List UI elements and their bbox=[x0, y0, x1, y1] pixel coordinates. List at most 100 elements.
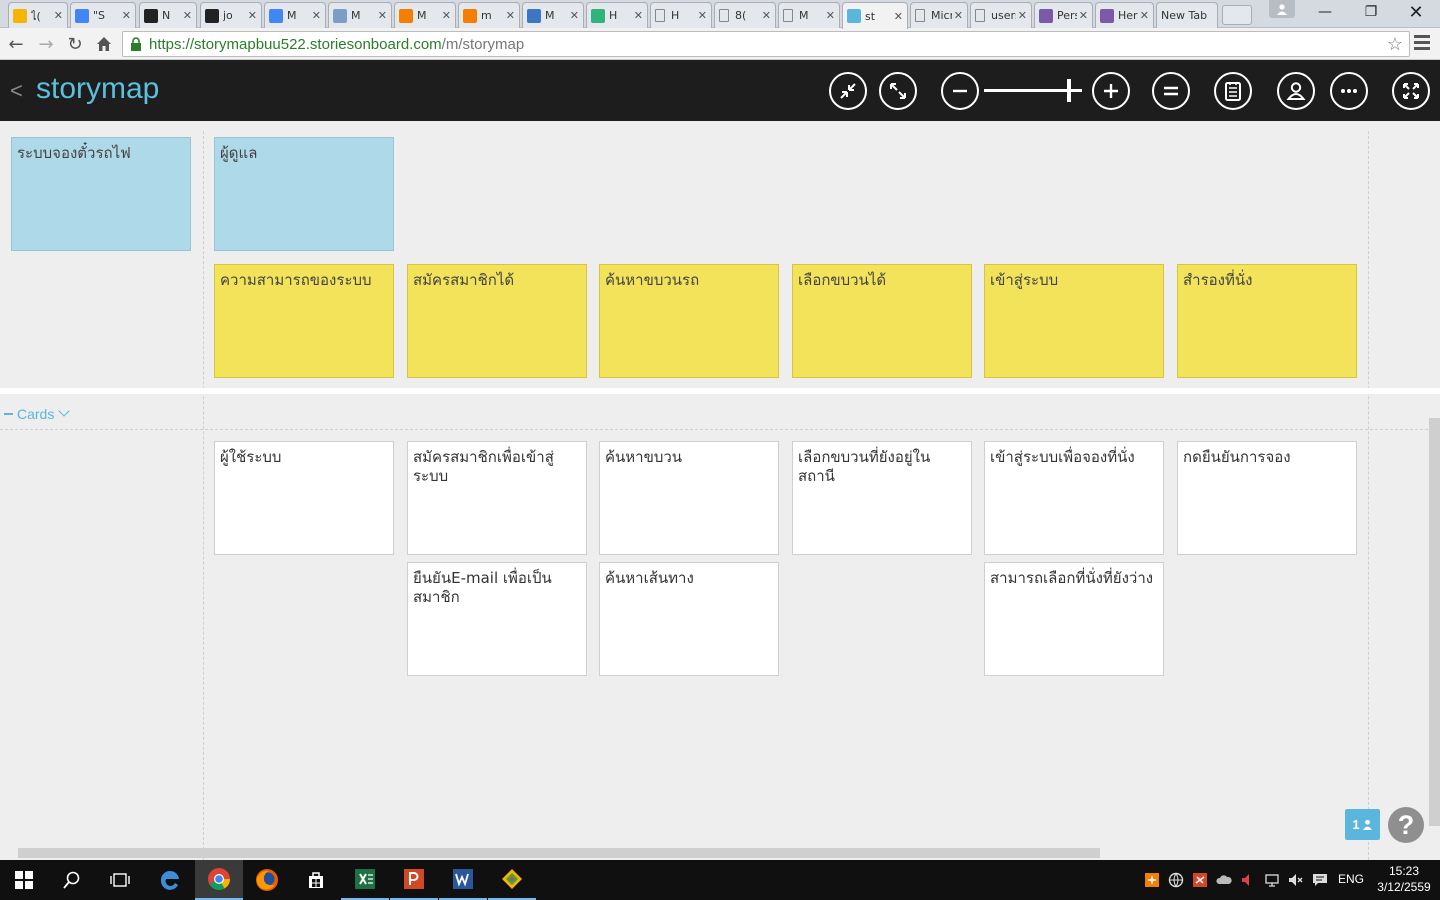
tab-close-icon[interactable]: ✕ bbox=[378, 9, 387, 22]
zoom-out-icon[interactable] bbox=[941, 72, 979, 110]
network-icon[interactable] bbox=[1264, 872, 1280, 888]
firefox-icon[interactable] bbox=[243, 860, 291, 900]
task-card[interactable]: เข้าสู่ระบบ bbox=[984, 264, 1164, 378]
browser-tab[interactable]: N ✕ bbox=[139, 2, 197, 28]
new-tab-button[interactable] bbox=[1222, 5, 1252, 25]
browser-tab[interactable]: M ✕ bbox=[394, 2, 456, 28]
browser-tab[interactable]: H ✕ bbox=[650, 2, 712, 28]
search-icon[interactable] bbox=[48, 860, 96, 900]
task-view-icon[interactable] bbox=[96, 860, 144, 900]
activity-card[interactable]: ระบบจองตั๋วรถไฟ bbox=[11, 137, 191, 251]
tab-close-icon[interactable]: ✕ bbox=[248, 9, 257, 22]
browser-tab[interactable]: H ✕ bbox=[586, 2, 648, 28]
onedrive-icon[interactable] bbox=[1216, 872, 1232, 888]
zoom-slider-thumb[interactable] bbox=[1067, 79, 1072, 102]
home-icon[interactable] bbox=[92, 32, 116, 56]
browser-tab[interactable]: 8(✕ bbox=[714, 2, 776, 28]
edge-icon[interactable] bbox=[146, 860, 194, 900]
story-card[interactable]: ยืนยันE-mail เพื่อเป็นสมาชิก bbox=[407, 562, 587, 676]
browser-tab[interactable]: M ✕ bbox=[522, 2, 584, 28]
story-card[interactable]: ค้นหาขบวน bbox=[599, 441, 779, 555]
tab-close-icon[interactable]: ✕ bbox=[506, 9, 515, 22]
list-icon[interactable] bbox=[1214, 72, 1252, 110]
browser-tab[interactable]: New Tab bbox=[1156, 2, 1218, 28]
browser-tab[interactable]: st ✕ bbox=[842, 2, 908, 29]
language-indicator[interactable]: ENG bbox=[1338, 872, 1364, 886]
tab-close-icon[interactable]: ✕ bbox=[1140, 9, 1149, 22]
browser-tab[interactable]: Micro✕ bbox=[910, 2, 968, 28]
browser-tab[interactable]: jo ✕ bbox=[200, 2, 262, 28]
story-card[interactable]: สมัครสมาชิกเพื่อเข้าสู่ระบบ bbox=[407, 441, 587, 555]
tray-sync-icon[interactable] bbox=[1192, 872, 1208, 888]
browser-tab[interactable]: Hero✕ bbox=[1095, 2, 1154, 28]
tab-close-icon[interactable]: ✕ bbox=[570, 9, 579, 22]
release-toggle[interactable]: Cards bbox=[4, 405, 71, 422]
tab-close-icon[interactable]: ✕ bbox=[183, 9, 192, 22]
task-card[interactable]: สำรองที่นั่ง bbox=[1177, 264, 1357, 378]
tray-globe-icon[interactable] bbox=[1168, 872, 1184, 888]
equal-width-icon[interactable] bbox=[1152, 72, 1190, 110]
address-bar[interactable]: https://storymapbuu522.storiesonboard.co… bbox=[122, 31, 1410, 57]
story-card[interactable]: กดยืนยันการจอง bbox=[1177, 441, 1357, 555]
browser-tab[interactable]: ไ(✕ bbox=[8, 2, 68, 28]
browser-menu-icon[interactable] bbox=[1414, 35, 1430, 53]
bookmark-star-icon[interactable]: ☆ bbox=[1387, 34, 1403, 55]
zoom-in-icon[interactable] bbox=[1092, 72, 1130, 110]
vertical-scrollbar[interactable] bbox=[1429, 418, 1440, 826]
story-card[interactable]: ค้นหาเส้นทาง bbox=[599, 562, 779, 676]
task-card[interactable]: เลือกขบวนได้ bbox=[792, 264, 972, 378]
store-icon[interactable] bbox=[292, 860, 340, 900]
browser-tab[interactable]: "S ✕ bbox=[70, 2, 136, 28]
horizontal-scrollbar[interactable] bbox=[18, 848, 1100, 858]
expand-icon[interactable] bbox=[879, 72, 917, 110]
app-icon[interactable] bbox=[488, 860, 536, 900]
tab-close-icon[interactable]: ✕ bbox=[894, 10, 903, 23]
tab-close-icon[interactable]: ✕ bbox=[826, 9, 835, 22]
browser-tab[interactable]: m ✕ bbox=[458, 2, 520, 28]
browser-tab[interactable]: Perso✕ bbox=[1034, 2, 1093, 28]
fullscreen-icon[interactable] bbox=[1392, 72, 1430, 110]
activity-card[interactable]: ผู้ดูแล bbox=[214, 137, 394, 251]
clock-date[interactable]: 3/12/2559 bbox=[1374, 880, 1434, 894]
browser-tab[interactable]: users✕ bbox=[970, 2, 1032, 28]
browser-tab[interactable]: M ✕ bbox=[264, 2, 326, 28]
reload-icon[interactable]: ↻ bbox=[63, 32, 87, 56]
more-options-icon[interactable] bbox=[1330, 72, 1368, 110]
tab-close-icon[interactable]: ✕ bbox=[1079, 9, 1088, 22]
tab-close-icon[interactable]: ✕ bbox=[1018, 9, 1027, 22]
task-card[interactable]: ค้นหาขบวนรถ bbox=[599, 264, 779, 378]
windows-start-icon[interactable] bbox=[0, 860, 48, 900]
tab-close-icon[interactable]: ✕ bbox=[762, 9, 771, 22]
volume-muted-icon[interactable] bbox=[1288, 872, 1304, 888]
tab-close-icon[interactable]: ✕ bbox=[954, 9, 963, 22]
tab-close-icon[interactable]: ✕ bbox=[312, 9, 321, 22]
story-card[interactable]: ผู้ใช้ระบบ bbox=[214, 441, 394, 555]
story-card[interactable]: เข้าสู่ระบบเพื่อจองที่นั่ง bbox=[984, 441, 1164, 555]
browser-tab[interactable]: M ✕ bbox=[328, 2, 392, 28]
tab-close-icon[interactable]: ✕ bbox=[54, 9, 63, 22]
restore-icon[interactable]: ❐ bbox=[1348, 0, 1394, 24]
tab-close-icon[interactable]: ✕ bbox=[442, 9, 451, 22]
task-card[interactable]: ความสามารถของระบบ bbox=[214, 264, 394, 378]
tab-close-icon[interactable]: ✕ bbox=[634, 9, 643, 22]
user-icon[interactable] bbox=[1277, 72, 1315, 110]
close-window-icon[interactable]: ✕ bbox=[1393, 0, 1439, 24]
help-button[interactable]: ? bbox=[1388, 807, 1424, 843]
speaker-icon[interactable] bbox=[1240, 872, 1256, 888]
browser-tab[interactable]: M ✕ bbox=[778, 2, 840, 28]
word-icon[interactable] bbox=[439, 860, 487, 900]
tab-close-icon[interactable]: ✕ bbox=[698, 9, 707, 22]
tab-close-icon[interactable]: ✕ bbox=[122, 9, 131, 22]
minimize-icon[interactable]: — bbox=[1302, 0, 1348, 24]
back-chevron-icon[interactable]: < bbox=[10, 78, 23, 104]
online-users-badge[interactable]: 1 bbox=[1345, 809, 1380, 840]
task-card[interactable]: สมัครสมาชิกได้ bbox=[407, 264, 587, 378]
excel-icon[interactable] bbox=[341, 860, 389, 900]
clock-time[interactable]: 15:23 bbox=[1374, 864, 1434, 878]
chevron-down-icon[interactable] bbox=[58, 405, 71, 417]
notification-icon[interactable] bbox=[1312, 872, 1328, 888]
collapse-icon[interactable] bbox=[829, 72, 867, 110]
powerpoint-icon[interactable] bbox=[390, 860, 438, 900]
back-arrow-icon[interactable]: ← bbox=[4, 32, 28, 56]
story-card[interactable]: เลือกขบวนที่ยังอยู่ในสถานี bbox=[792, 441, 972, 555]
